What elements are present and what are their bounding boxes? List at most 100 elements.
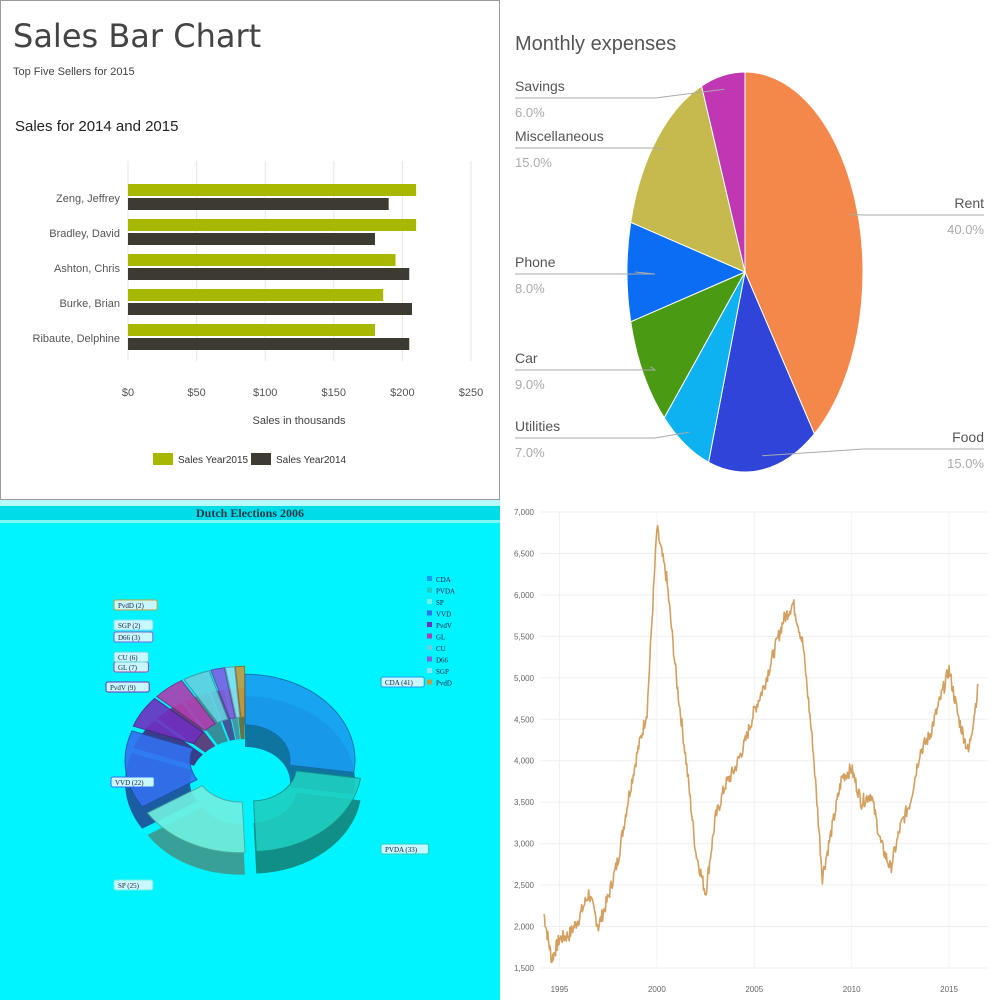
legend-label-2014: Sales Year2014 — [276, 455, 347, 466]
legend-label-pvda: PVDA — [436, 588, 455, 596]
bar-ribaute-delphine-sales-year2015 — [128, 324, 375, 336]
y-tick-5-000: 5,000 — [514, 674, 535, 683]
y-tick-3-500: 3,500 — [514, 798, 535, 807]
legend-label-vvd: VVD — [436, 611, 451, 619]
legend-label-cu: CU — [436, 645, 446, 653]
legend-swatch-cu — [427, 645, 432, 650]
y-tick-2-500: 2,500 — [514, 881, 535, 890]
donut-slice-cda — [244, 673, 356, 774]
expenses-title: Monthly expenses — [515, 33, 676, 55]
bar-ashton-chris-sales-year2015 — [128, 254, 396, 266]
legend-label-pvdd: PvdD — [436, 680, 452, 688]
label-car: Car — [515, 350, 538, 366]
x-tick-2015: 2015 — [940, 985, 958, 994]
category-label-bradley-david: Bradley, David — [49, 228, 120, 240]
elections-chart-svg: Dutch Elections 2006 CDA (41) PVDA (33) SP… — [0, 500, 500, 891]
category-label-ashton-chris: Ashton, Chris — [54, 263, 121, 275]
pct-food: 15.0% — [947, 456, 984, 471]
bar-bradley-david-sales-year2014 — [128, 233, 375, 245]
bar-ribaute-delphine-sales-year2014 — [128, 338, 410, 350]
y-tick-4-000: 4,000 — [514, 757, 535, 766]
x-tick-2005: 2005 — [745, 985, 763, 994]
sales-x-tick-0: $0 — [122, 387, 134, 399]
index-series — [543, 524, 980, 964]
index-line — [543, 524, 980, 964]
donut-slice-pvda — [253, 770, 362, 853]
legend-label-2015: Sales Year2015 — [178, 455, 249, 466]
legend-label-pvdv: PvdV — [436, 622, 452, 630]
sales-legend: Sales Year2015 Sales Year2014 — [153, 453, 347, 466]
donut-label-cda: CDA (41) — [385, 679, 413, 687]
donut-label-d66: D66 (3) — [118, 634, 141, 642]
index-chart-panel: 7,000 6,500 6,000 5,500 5,000 4,500 4,000 3,500… — [500, 500, 1000, 1000]
y-tick-7-000: 7,000 — [514, 508, 535, 517]
label-food: Food — [952, 429, 984, 445]
label-miscellaneous: Miscellaneous — [515, 128, 604, 144]
donut-label-cu: CU (6) — [118, 654, 138, 662]
elections-donut-slices — [124, 665, 362, 854]
legend-swatch-2014 — [251, 453, 271, 465]
index-chart-svg: 7,000 6,500 6,000 5,500 5,000 4,500 4,000 3,500… — [514, 508, 988, 994]
leader-line-car — [515, 366, 657, 371]
pct-rent: 40.0% — [947, 222, 984, 237]
legend-swatch-gl — [427, 633, 432, 639]
x-tick-2010: 2010 — [843, 985, 861, 994]
legend-swatch-2015 — [153, 453, 173, 465]
donut-label-gl: GL (7) — [118, 664, 138, 672]
sales-x-ticks: $0 $50 $100 $150 $200 $250 — [122, 387, 483, 399]
x-tick-1995: 1995 — [551, 985, 569, 994]
leader-line-miscellaneous — [515, 147, 663, 150]
sales-x-tick-200: $200 — [390, 387, 414, 399]
expenses-chart-svg: Monthly expenses Rent 40.0% Food 15.0% U… — [515, 33, 984, 473]
index-x-ticks: 1995 2000 2005 2010 2015 — [551, 985, 959, 994]
sales-subtitle: Top Five Sellers for 2015 — [13, 66, 135, 78]
sales-x-tick-250: $250 — [459, 387, 483, 399]
legend-swatch-sgp — [427, 668, 432, 673]
category-label-zeng-jeffrey: Zeng, Jeffrey — [56, 193, 120, 205]
donut-label-pvda: PVDA (33) — [385, 846, 418, 854]
legend-swatch-cda — [427, 576, 432, 581]
index-y-ticks: 7,000 6,500 6,000 5,500 5,000 4,500 4,000 3,500… — [514, 508, 535, 973]
pct-car: 9.0% — [515, 377, 545, 392]
pct-savings: 6.0% — [515, 105, 545, 120]
elections-title: Dutch Elections 2006 — [196, 506, 304, 520]
bar-burke-brian-sales-year2014 — [128, 303, 413, 315]
label-savings: Savings — [515, 78, 565, 94]
y-tick-1-500: 1,500 — [514, 964, 535, 973]
sales-xlabel: Sales in thousands — [253, 415, 346, 427]
legend-swatch-vvd — [427, 610, 432, 616]
donut-label-sgp: SGP (2) — [118, 622, 141, 630]
y-tick-4-500: 4,500 — [514, 715, 535, 724]
sales-chart-panel: Sales Bar Chart Top Five Sellers for 201… — [0, 0, 500, 500]
sales-category-labels: Zeng, Jeffrey Bradley, David Ashton, Chris… — [33, 193, 121, 345]
elections-title-band-bottom — [0, 520, 500, 523]
legend-label-cda: CDA — [436, 576, 451, 584]
category-label-ribaute-delphine: Ribaute, Delphine — [33, 333, 120, 345]
legend-label-d66: D66 — [436, 657, 449, 665]
y-tick-2-000: 2,000 — [514, 923, 535, 932]
sales-bars — [128, 184, 417, 350]
sales-chart-svg: Sales Bar Chart Top Five Sellers for 201… — [13, 17, 483, 466]
legend-swatch-pvdd — [427, 679, 432, 685]
legend-swatch-sp — [427, 599, 432, 604]
label-utilities: Utilities — [515, 418, 560, 434]
label-phone: Phone — [515, 254, 556, 270]
bar-bradley-david-sales-year2015 — [128, 219, 417, 231]
donut-label-pvdd: PvdD (2) — [118, 602, 145, 610]
donut-label-sp: SP (25) — [118, 882, 140, 890]
legend-swatch-pvdv — [427, 622, 432, 627]
sales-x-tick-100: $100 — [253, 387, 277, 399]
bar-burke-brian-sales-year2015 — [128, 289, 384, 301]
legend-label-gl: GL — [436, 634, 445, 642]
legend-swatch-pvda — [427, 587, 432, 593]
elections-chart-panel: Dutch Elections 2006 CDA (41) PVDA (33) SP… — [0, 500, 500, 1000]
y-tick-6-000: 6,000 — [514, 591, 535, 600]
pct-phone: 8.0% — [515, 281, 545, 296]
label-rent: Rent — [954, 195, 984, 211]
sales-x-tick-150: $150 — [322, 387, 346, 399]
category-label-burke-brian: Burke, Brian — [59, 298, 120, 310]
y-tick-6-500: 6,500 — [514, 549, 535, 558]
legend-label-sgp: SGP — [436, 668, 449, 676]
y-tick-5-500: 5,500 — [514, 632, 535, 641]
legend-swatch-d66 — [427, 656, 432, 662]
